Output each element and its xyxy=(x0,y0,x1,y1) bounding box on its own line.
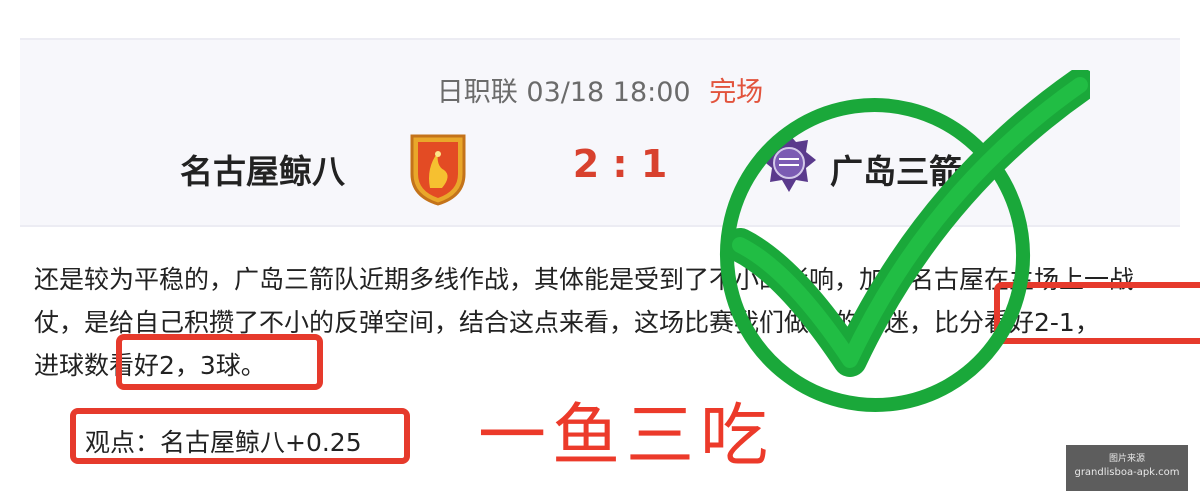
league-label: 日职联 xyxy=(436,77,518,108)
match-datetime: 03/18 18:00 xyxy=(526,77,691,108)
green-check-icon xyxy=(719,70,1090,412)
watermark-site: grandlisboa-apk.com xyxy=(1074,467,1180,478)
highlight-box-goals xyxy=(116,334,323,390)
highlight-box-viewpoint xyxy=(70,408,410,464)
match-score: 2 : 1 xyxy=(572,142,668,186)
home-team-name[interactable]: 名古屋鲸八 xyxy=(180,145,345,193)
watermark-label: 图片来源 xyxy=(1108,454,1145,464)
home-team-badge-icon[interactable] xyxy=(408,130,468,206)
watermark: 图片来源 grandlisboa-apk.com xyxy=(1066,445,1188,491)
